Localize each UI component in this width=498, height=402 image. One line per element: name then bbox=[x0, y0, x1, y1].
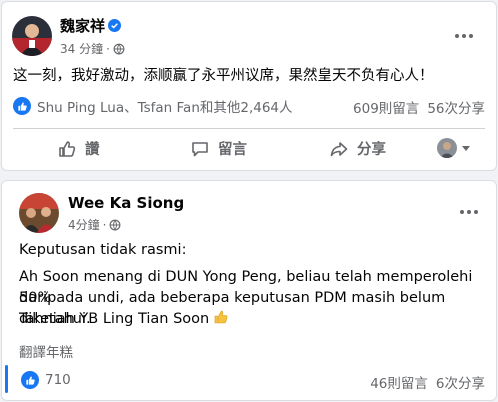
share-count[interactable]: 6次分享 bbox=[436, 376, 485, 392]
globe-icon bbox=[113, 43, 125, 55]
like-reaction-icon bbox=[21, 371, 39, 389]
meta-separator: · bbox=[106, 41, 110, 56]
share-arrow-icon bbox=[330, 141, 348, 156]
divider bbox=[13, 128, 485, 129]
author-avatar[interactable] bbox=[12, 16, 52, 56]
author-name-text[interactable]: 魏家祥 bbox=[60, 17, 105, 35]
post-text-line-content: Tahniah YB Ling Tian Soon bbox=[19, 311, 210, 327]
engagement-counts: 609則留言 56次分享 bbox=[345, 97, 485, 117]
thumbs-up-emoji-icon bbox=[214, 310, 228, 324]
reaction-count[interactable]: 710 bbox=[45, 372, 71, 388]
share-button[interactable]: 分享 bbox=[329, 138, 386, 159]
reactions-summary[interactable]: Shu Ping Lua、Tsfan Fan和其他2,464人 bbox=[13, 96, 293, 116]
like-label: 讚 bbox=[85, 142, 100, 158]
post-text-line: Keputusan tidak rasmi: bbox=[19, 242, 187, 258]
left-accent-bar bbox=[5, 365, 8, 393]
post-meta: 4分鐘 · bbox=[68, 216, 121, 233]
comment-label: 留言 bbox=[218, 142, 247, 158]
comment-count[interactable]: 46則留言 bbox=[370, 376, 428, 392]
verified-badge-icon bbox=[108, 19, 122, 32]
thumbs-up-icon bbox=[59, 140, 76, 157]
more-options-icon[interactable] bbox=[457, 204, 481, 220]
meta-separator: · bbox=[102, 217, 107, 232]
post-timestamp[interactable]: 4分鐘 bbox=[68, 216, 100, 233]
post-timestamp[interactable]: 34 分鐘 bbox=[60, 40, 103, 57]
author-name[interactable]: Wee Ka Siong bbox=[68, 194, 184, 212]
translate-link[interactable]: 翻譯年糕 bbox=[19, 341, 73, 361]
profile-avatar bbox=[437, 138, 457, 158]
more-options-icon[interactable] bbox=[452, 28, 476, 44]
globe-icon bbox=[110, 219, 121, 231]
reactions-summary[interactable]: 710 bbox=[21, 371, 71, 389]
chevron-down-icon bbox=[462, 145, 470, 151]
like-button[interactable]: 讚 bbox=[57, 138, 100, 159]
share-label: 分享 bbox=[357, 142, 386, 158]
author-name[interactable]: 魏家祥 bbox=[60, 15, 122, 36]
post-text: 这一刻，我好激动，添顺赢了永平州议席，果然皇天不负有心人！ bbox=[13, 68, 434, 84]
author-avatar[interactable] bbox=[19, 193, 59, 233]
comment-bubble-icon bbox=[192, 141, 208, 156]
comment-button[interactable]: 留言 bbox=[190, 138, 247, 159]
reactors-text[interactable]: Shu Ping Lua、Tsfan Fan和其他2,464人 bbox=[37, 96, 293, 116]
comment-count[interactable]: 609則留言 bbox=[353, 101, 419, 117]
post-card: 魏家祥 34 分鐘 · 这一刻，我好激动，添顺赢了永平州议席，果然皇天不负有心人… bbox=[1, 1, 497, 171]
share-count[interactable]: 56次分享 bbox=[427, 101, 485, 117]
post-card: Wee Ka Siong 4分鐘 · Keputusan tidak rasmi… bbox=[1, 180, 497, 401]
post-text-line: Tahniah YB Ling Tian Soon bbox=[19, 309, 494, 330]
react-as-selector[interactable] bbox=[437, 138, 470, 158]
like-reaction-icon bbox=[13, 97, 31, 115]
engagement-counts: 46則留言 6次分享 bbox=[362, 372, 485, 392]
post-meta: 34 分鐘 · bbox=[60, 40, 125, 57]
